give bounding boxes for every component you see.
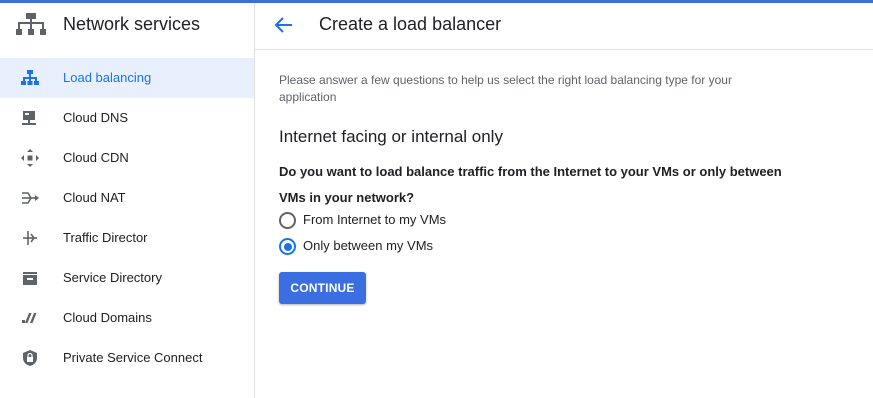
arrow-back-icon[interactable] [273,14,295,36]
sidebar-item-service-directory[interactable]: Service Directory [0,258,254,298]
page-title: Create a load balancer [319,14,502,34]
load-balancing-icon [21,70,39,85]
question-text: Do you want to load balance traffic from… [279,164,782,205]
sidebar-item-private-service-connect[interactable]: Private Service Connect [0,338,254,378]
option-only-between-vms[interactable]: Only between my VMs [279,236,579,258]
cloud-domains-icon [22,313,37,323]
sidebar-item-label: Cloud DNS [63,110,129,125]
cloud-cdn-icon [21,149,39,167]
cloud-dns-icon [22,111,36,125]
radio-label: From Internet to my VMs [303,212,447,227]
radio-label: Only between my VMs [303,238,434,253]
sidebar-item-label: Load balancing [63,70,152,85]
sidebar-item-cloud-nat[interactable]: Cloud NAT [0,178,254,218]
network-services-icon [16,13,46,35]
sidebar-item-cloud-cdn[interactable]: Cloud CDN [0,138,254,178]
sidebar: Network services Load balancing Cloud DN… [0,3,255,398]
intro-text: Please answer a few questions to help us… [279,73,732,104]
private-service-connect-icon [23,350,37,366]
option-from-internet[interactable]: From Internet to my VMs [279,210,579,232]
section-title: Internet facing or internal only [279,127,503,146]
radio-button[interactable] [279,238,296,255]
sidebar-item-label: Cloud Domains [63,310,152,325]
sidebar-item-label: Private Service Connect [63,350,203,365]
sidebar-item-cloud-dns[interactable]: Cloud DNS [0,98,254,138]
sidebar-header: Network services [0,3,254,48]
radio-button[interactable] [279,212,296,229]
page-header: Create a load balancer [255,3,873,50]
traffic-director-icon [23,231,37,245]
sidebar-item-label: Service Directory [63,270,162,285]
sidebar-item-traffic-director[interactable]: Traffic Director [0,218,254,258]
main-content: Create a load balancer Please answer a f… [255,3,873,398]
sidebar-item-label: Traffic Director [63,230,148,245]
service-directory-icon [23,272,37,285]
cloud-nat-icon [22,192,39,204]
sidebar-item-label: Cloud NAT [63,190,126,205]
sidebar-item-label: Cloud CDN [63,150,129,165]
sidebar-item-cloud-domains[interactable]: Cloud Domains [0,298,254,338]
sidebar-item-load-balancing[interactable]: Load balancing [0,58,254,98]
sidebar-title: Network services [63,14,201,34]
continue-button[interactable]: CONTINUE [279,272,366,304]
